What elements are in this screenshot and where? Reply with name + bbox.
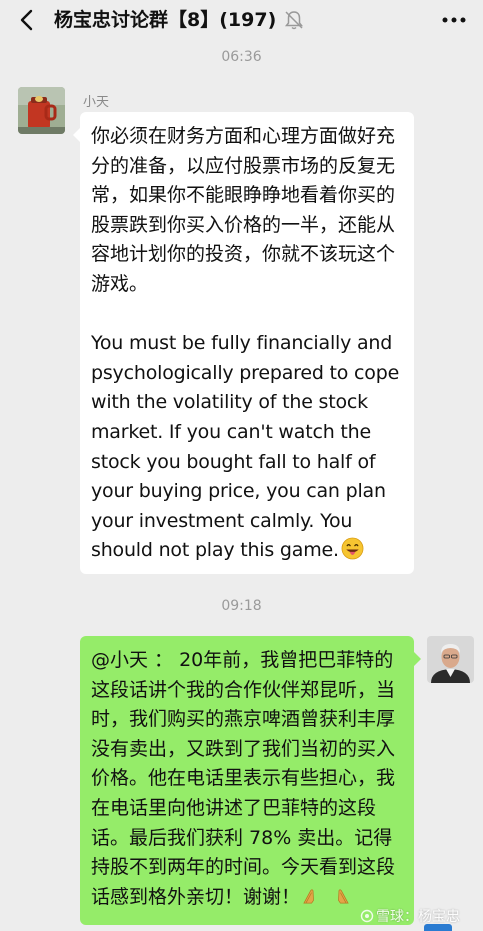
sender-name: 小天 — [83, 95, 110, 110]
new-badge — [424, 924, 452, 931]
snowball-logo-icon — [360, 909, 374, 923]
chat-header: 杨宝忠讨论群【8】(197) — [0, 0, 483, 40]
message-timestamp: 09:18 — [221, 598, 262, 614]
chevron-left-icon[interactable] — [14, 6, 40, 34]
message-text-content: @小天 ： 20年前，我曾把巴菲特的这段话讲个我的合作伙伴郑昆听，当时，我们购买… — [91, 649, 396, 908]
praying-hands-emoji — [303, 889, 314, 904]
avatar-image — [18, 87, 65, 134]
grinning-tongue-emoji — [341, 537, 364, 560]
avatar-self[interactable] — [427, 636, 474, 683]
chat-title: 杨宝忠讨论群【8】(197) — [54, 9, 277, 31]
bell-off-icon — [284, 11, 304, 30]
message-text-english-content: You must be fully financially and psycho… — [91, 332, 400, 562]
message-text: @小天 ： 20年前，我曾把巴菲特的这段话讲个我的合作伙伴郑昆听，当时，我们购买… — [91, 646, 403, 912]
message-text-english: You must be fully financially and psycho… — [91, 329, 403, 566]
message-text-chinese: 你必须在财务方面和心理方面做好充分的准备，以应付股票市场的反复无常，如果你不能眼… — [91, 125, 396, 295]
more-dots-icon[interactable] — [440, 8, 468, 32]
watermark: 雪球：杨宝忠 — [360, 906, 460, 926]
avatar-image — [427, 636, 474, 683]
avatar-xiaotian[interactable] — [18, 87, 65, 134]
message-bubble-received[interactable]: 你必须在财务方面和心理方面做好充分的准备，以应付股票市场的反复无常，如果你不能眼… — [73, 112, 414, 574]
praying-hands-emoji — [338, 889, 349, 904]
watermark-text: 雪球：杨宝忠 — [376, 909, 460, 925]
message-bubble-sent[interactable]: @小天 ： 20年前，我曾把巴菲特的这段话讲个我的合作伙伴郑昆听，当时，我们购买… — [80, 636, 421, 925]
message-timestamp: 06:36 — [221, 49, 262, 65]
